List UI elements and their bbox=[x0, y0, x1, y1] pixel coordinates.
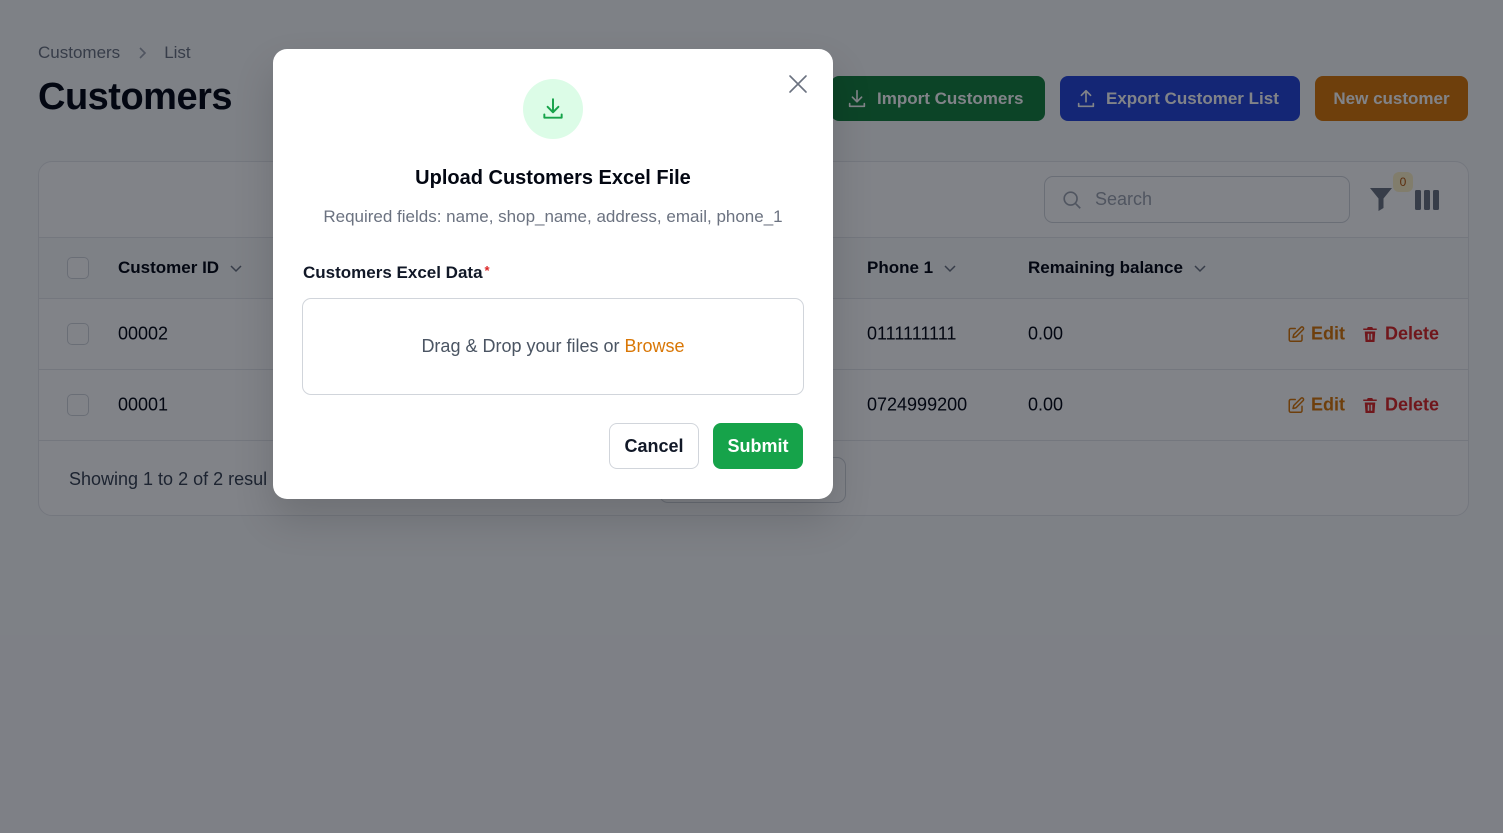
upload-modal: Upload Customers Excel File Required fie… bbox=[273, 49, 833, 499]
browse-link[interactable]: Browse bbox=[625, 336, 685, 357]
cancel-button[interactable]: Cancel bbox=[609, 423, 699, 469]
modal-description: Required fields: name, shop_name, addres… bbox=[323, 207, 783, 226]
close-icon[interactable] bbox=[787, 73, 809, 95]
excel-data-label-text: Customers Excel Data bbox=[303, 263, 483, 282]
modal-title: Upload Customers Excel File bbox=[415, 167, 691, 189]
modal-icon-circle bbox=[523, 79, 583, 139]
dropzone-text: Drag & Drop your files or bbox=[421, 336, 620, 356]
required-marker: * bbox=[484, 263, 490, 278]
modal-actions: Cancel Submit bbox=[609, 423, 803, 469]
excel-data-label: Customers Excel Data * bbox=[303, 263, 490, 283]
submit-button[interactable]: Submit bbox=[713, 423, 803, 469]
file-dropzone[interactable]: Drag & Drop your files or Browse bbox=[302, 298, 804, 395]
download-icon bbox=[543, 98, 563, 119]
